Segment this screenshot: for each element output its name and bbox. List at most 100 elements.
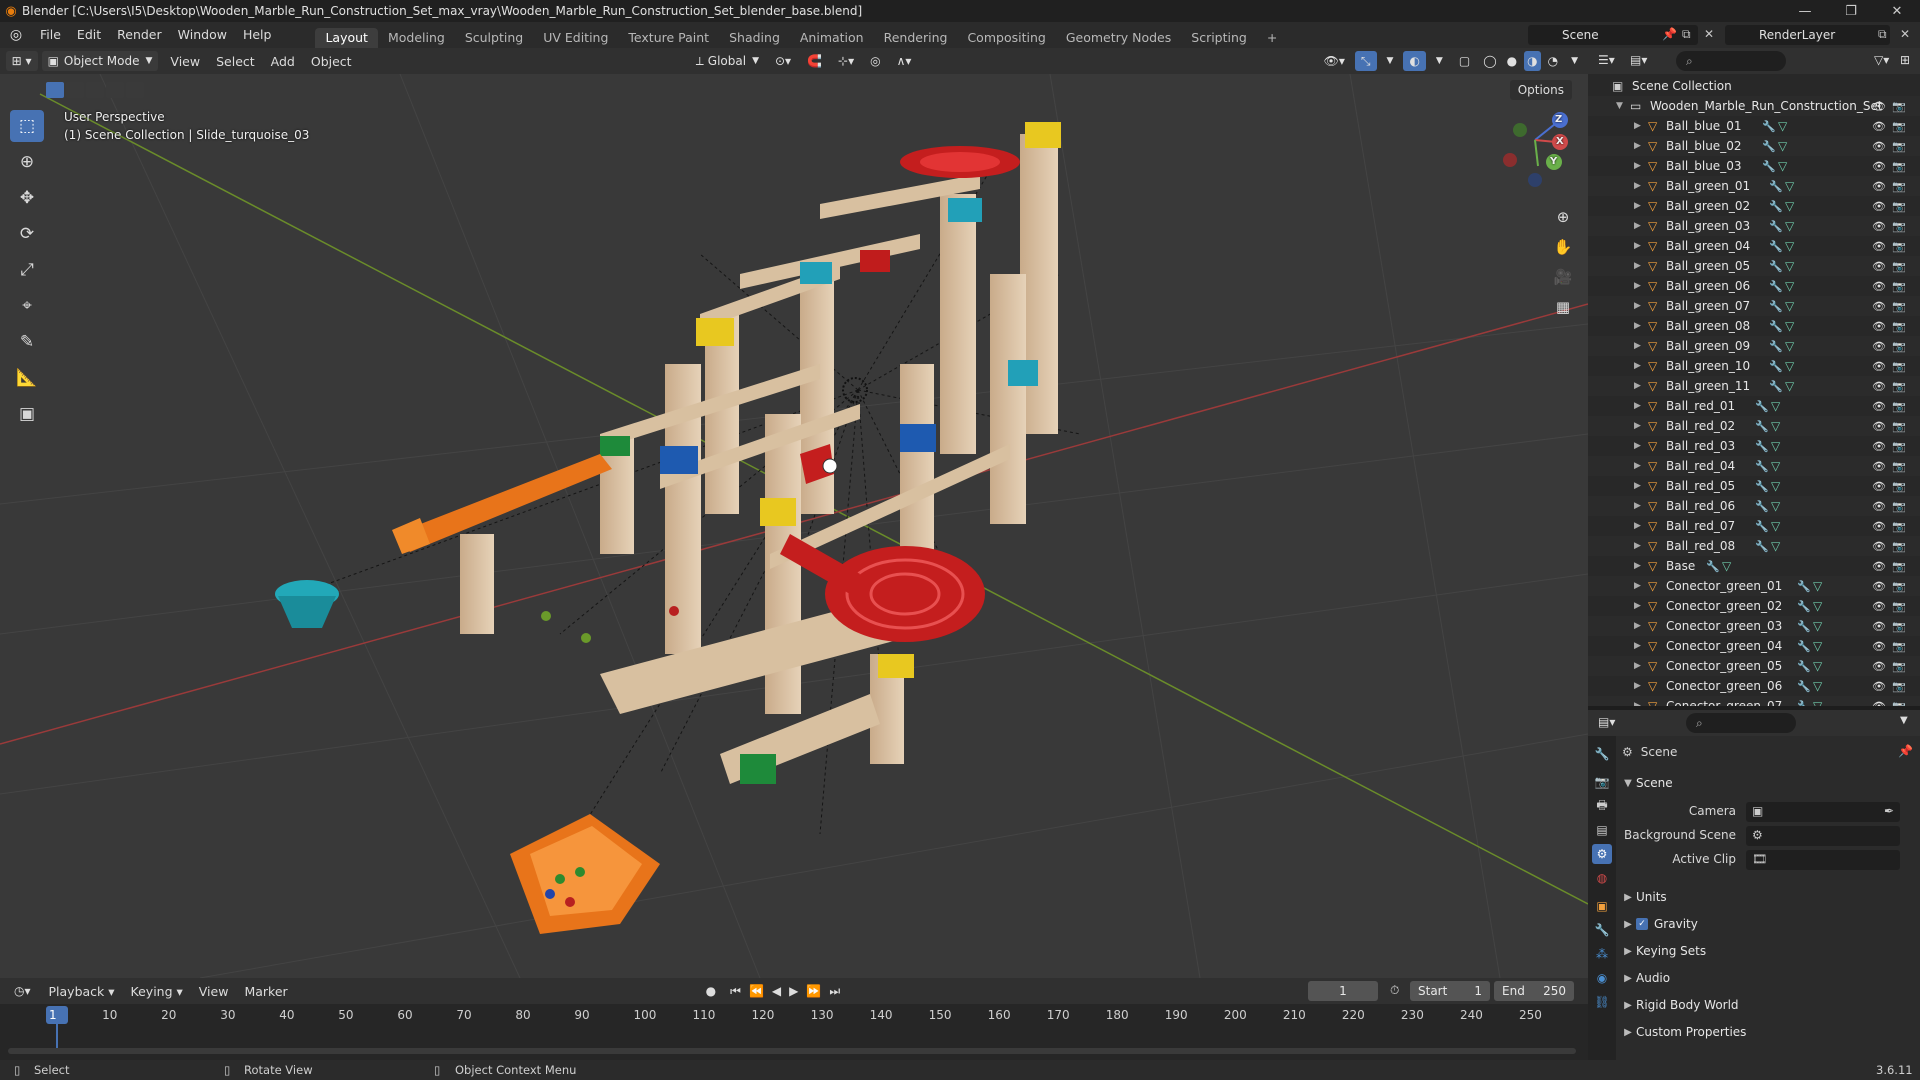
outliner-object-row[interactable]: ▶ ▽ Ball_green_11 🔧 ▽ 👁 📷 [1588,376,1920,396]
outliner-object-row[interactable]: ▶ ▽ Ball_green_08 🔧 ▽ 👁 📷 [1588,316,1920,336]
maximize-button[interactable]: ❐ [1828,0,1874,22]
view-layer-tab-icon[interactable]: ▤ [1592,820,1612,840]
shading-solid[interactable]: ● [1504,51,1520,71]
modifier-wrench-icon[interactable]: 🔧 [1762,140,1776,153]
tool-tab-icon[interactable]: 🔧 [1592,744,1612,764]
expand-right-icon[interactable]: ▶ [1634,601,1641,611]
tab-layout[interactable]: Layout [315,28,378,48]
minimize-button[interactable]: — [1782,0,1828,22]
units-panel-header[interactable]: ▶ Units [1620,886,1916,908]
expand-right-icon[interactable]: ▶ [1634,461,1641,471]
expand-right-icon[interactable]: ▶ [1634,341,1641,351]
outliner-object-row[interactable]: ▶ ▽ Ball_red_07 🔧 ▽ 👁 📷 [1588,516,1920,536]
visibility-eye-icon[interactable]: 👁 [1872,340,1886,353]
modifier-wrench-icon[interactable]: 🔧 [1797,700,1811,707]
outliner-object-row[interactable]: ▶ ▽ Ball_red_08 🔧 ▽ 👁 📷 [1588,536,1920,556]
render-camera-icon[interactable]: 📷 [1892,140,1906,153]
mesh-data-icon[interactable]: ▽ [1813,679,1822,693]
menu-file[interactable]: File [32,22,69,48]
modifier-wrench-icon[interactable]: 🔧 [1769,180,1783,193]
outliner-object-row[interactable]: ▶ ▽ Ball_green_10 🔧 ▽ 👁 📷 [1588,356,1920,376]
annotate-tool[interactable]: ✎ [10,326,44,358]
expand-right-icon[interactable]: ▶ [1634,221,1641,231]
add-workspace-button[interactable]: + [1257,28,1287,48]
object-tab-icon[interactable]: ▣ [1592,896,1612,916]
expand-right-icon[interactable]: ▶ [1634,501,1641,511]
tab-compositing[interactable]: Compositing [957,28,1055,48]
tab-texture-paint[interactable]: Texture Paint [618,28,719,48]
render-tab-icon[interactable]: 📷 [1592,772,1612,792]
menu-window[interactable]: Window [170,22,235,48]
modifier-wrench-icon[interactable]: 🔧 [1769,280,1783,293]
mesh-data-icon[interactable]: ▽ [1771,519,1780,533]
visibility-eye-icon[interactable]: 👁 [1872,260,1886,273]
expand-right-icon[interactable]: ▶ [1634,641,1641,651]
visibility-eye-icon[interactable]: 👁 [1872,300,1886,313]
render-camera-icon[interactable]: 📷 [1892,420,1906,433]
visibility-eye-icon[interactable]: 👁 [1872,600,1886,613]
render-camera-icon[interactable]: 📷 [1892,700,1906,707]
mesh-data-icon[interactable]: ▽ [1778,159,1787,173]
properties-search-input[interactable]: ⌕ [1686,713,1796,733]
camera-field[interactable]: ▣ ✒ [1746,802,1900,822]
modifier-wrench-icon[interactable]: 🔧 [1769,300,1783,313]
menu-render[interactable]: Render [109,22,170,48]
mesh-data-icon[interactable]: ▽ [1771,539,1780,553]
mesh-data-icon[interactable]: ▽ [1722,559,1731,573]
modifier-wrench-icon[interactable]: 🔧 [1769,220,1783,233]
proportional-edit-toggle[interactable]: ◎ [864,51,886,71]
timeline-scrollbar[interactable] [8,1048,1576,1054]
visibility-eye-icon[interactable]: 👁 [1872,640,1886,653]
modifier-wrench-icon[interactable]: 🔧 [1769,320,1783,333]
expand-right-icon[interactable]: ▶ [1634,681,1641,691]
render-camera-icon[interactable]: 📷 [1892,160,1906,173]
mesh-data-icon[interactable]: ▽ [1785,299,1794,313]
menu-view[interactable]: View [162,54,208,69]
render-camera-icon[interactable]: 📷 [1892,600,1906,613]
gizmo-toggle[interactable]: ⤡ [1354,51,1377,71]
tab-rendering[interactable]: Rendering [874,28,958,48]
outliner-object-row[interactable]: ▶ ▽ Base 🔧 ▽ 👁 📷 [1588,556,1920,576]
render-camera-icon[interactable]: 📷 [1892,540,1906,553]
expand-right-icon[interactable]: ▶ [1634,621,1641,631]
view-layer-selector[interactable]: RenderLayer [1725,25,1890,45]
render-camera-icon[interactable]: 📷 [1892,280,1906,293]
snap-toggle[interactable]: 🧲 [801,51,828,71]
custom-properties-panel-header[interactable]: ▶ Custom Properties [1620,1021,1916,1043]
visibility-eye-icon[interactable]: 👁 [1872,440,1886,453]
render-camera-icon[interactable]: 📷 [1892,580,1906,593]
render-camera-icon[interactable]: 📷 [1892,480,1906,493]
mesh-data-icon[interactable]: ▽ [1785,339,1794,353]
select-extend-icon[interactable] [66,82,84,98]
render-camera-icon[interactable]: 📷 [1892,360,1906,373]
outliner-search-input[interactable]: ⌕ [1676,51,1786,71]
tab-scripting[interactable]: Scripting [1181,28,1257,48]
transform-orientation-dropdown[interactable]: ⟂ Global ▼ [690,51,765,71]
visibility-eye-icon[interactable]: 👁 [1872,320,1886,333]
delete-view-layer-icon[interactable]: ✕ [1900,27,1910,41]
outliner-object-row[interactable]: ▶ ▽ Ball_red_04 🔧 ▽ 👁 📷 [1588,456,1920,476]
modifier-wrench-icon[interactable]: 🔧 [1769,260,1783,273]
mesh-data-icon[interactable]: ▽ [1813,619,1822,633]
mesh-data-icon[interactable]: ▽ [1771,499,1780,513]
outliner-object-row[interactable]: ▶ ▽ Ball_red_01 🔧 ▽ 👁 📷 [1588,396,1920,416]
modifier-wrench-icon[interactable]: 🔧 [1769,200,1783,213]
outliner-object-row[interactable]: ▶ ▽ Ball_red_06 🔧 ▽ 👁 📷 [1588,496,1920,516]
render-camera-icon[interactable]: 📷 [1892,620,1906,633]
close-button[interactable]: ✕ [1874,0,1920,22]
modifier-wrench-icon[interactable]: 🔧 [1797,640,1811,653]
options-dropdown[interactable]: Options [1509,80,1572,100]
scene-panel-header[interactable]: ▼ Scene [1620,772,1916,794]
visibility-eye-icon[interactable]: 👁 [1872,540,1886,553]
mesh-data-icon[interactable]: ▽ [1813,579,1822,593]
menu-timeline-view[interactable]: View [191,984,237,999]
mesh-data-icon[interactable]: ▽ [1785,319,1794,333]
modifier-wrench-icon[interactable]: 🔧 [1755,460,1769,473]
visibility-eye-icon[interactable]: 👁 [1872,480,1886,493]
move-tool[interactable]: ✥ [10,182,44,214]
mode-dropdown[interactable]: ▣ Object Mode ▼ [41,51,159,71]
outliner-object-row[interactable]: ▶ ▽ Conector_green_03 🔧 ▽ 👁 📷 [1588,616,1920,636]
expand-right-icon[interactable]: ▶ [1634,141,1641,151]
menu-add[interactable]: Add [263,54,303,69]
pivot-point-button[interactable]: ⊙▾ [769,51,797,71]
